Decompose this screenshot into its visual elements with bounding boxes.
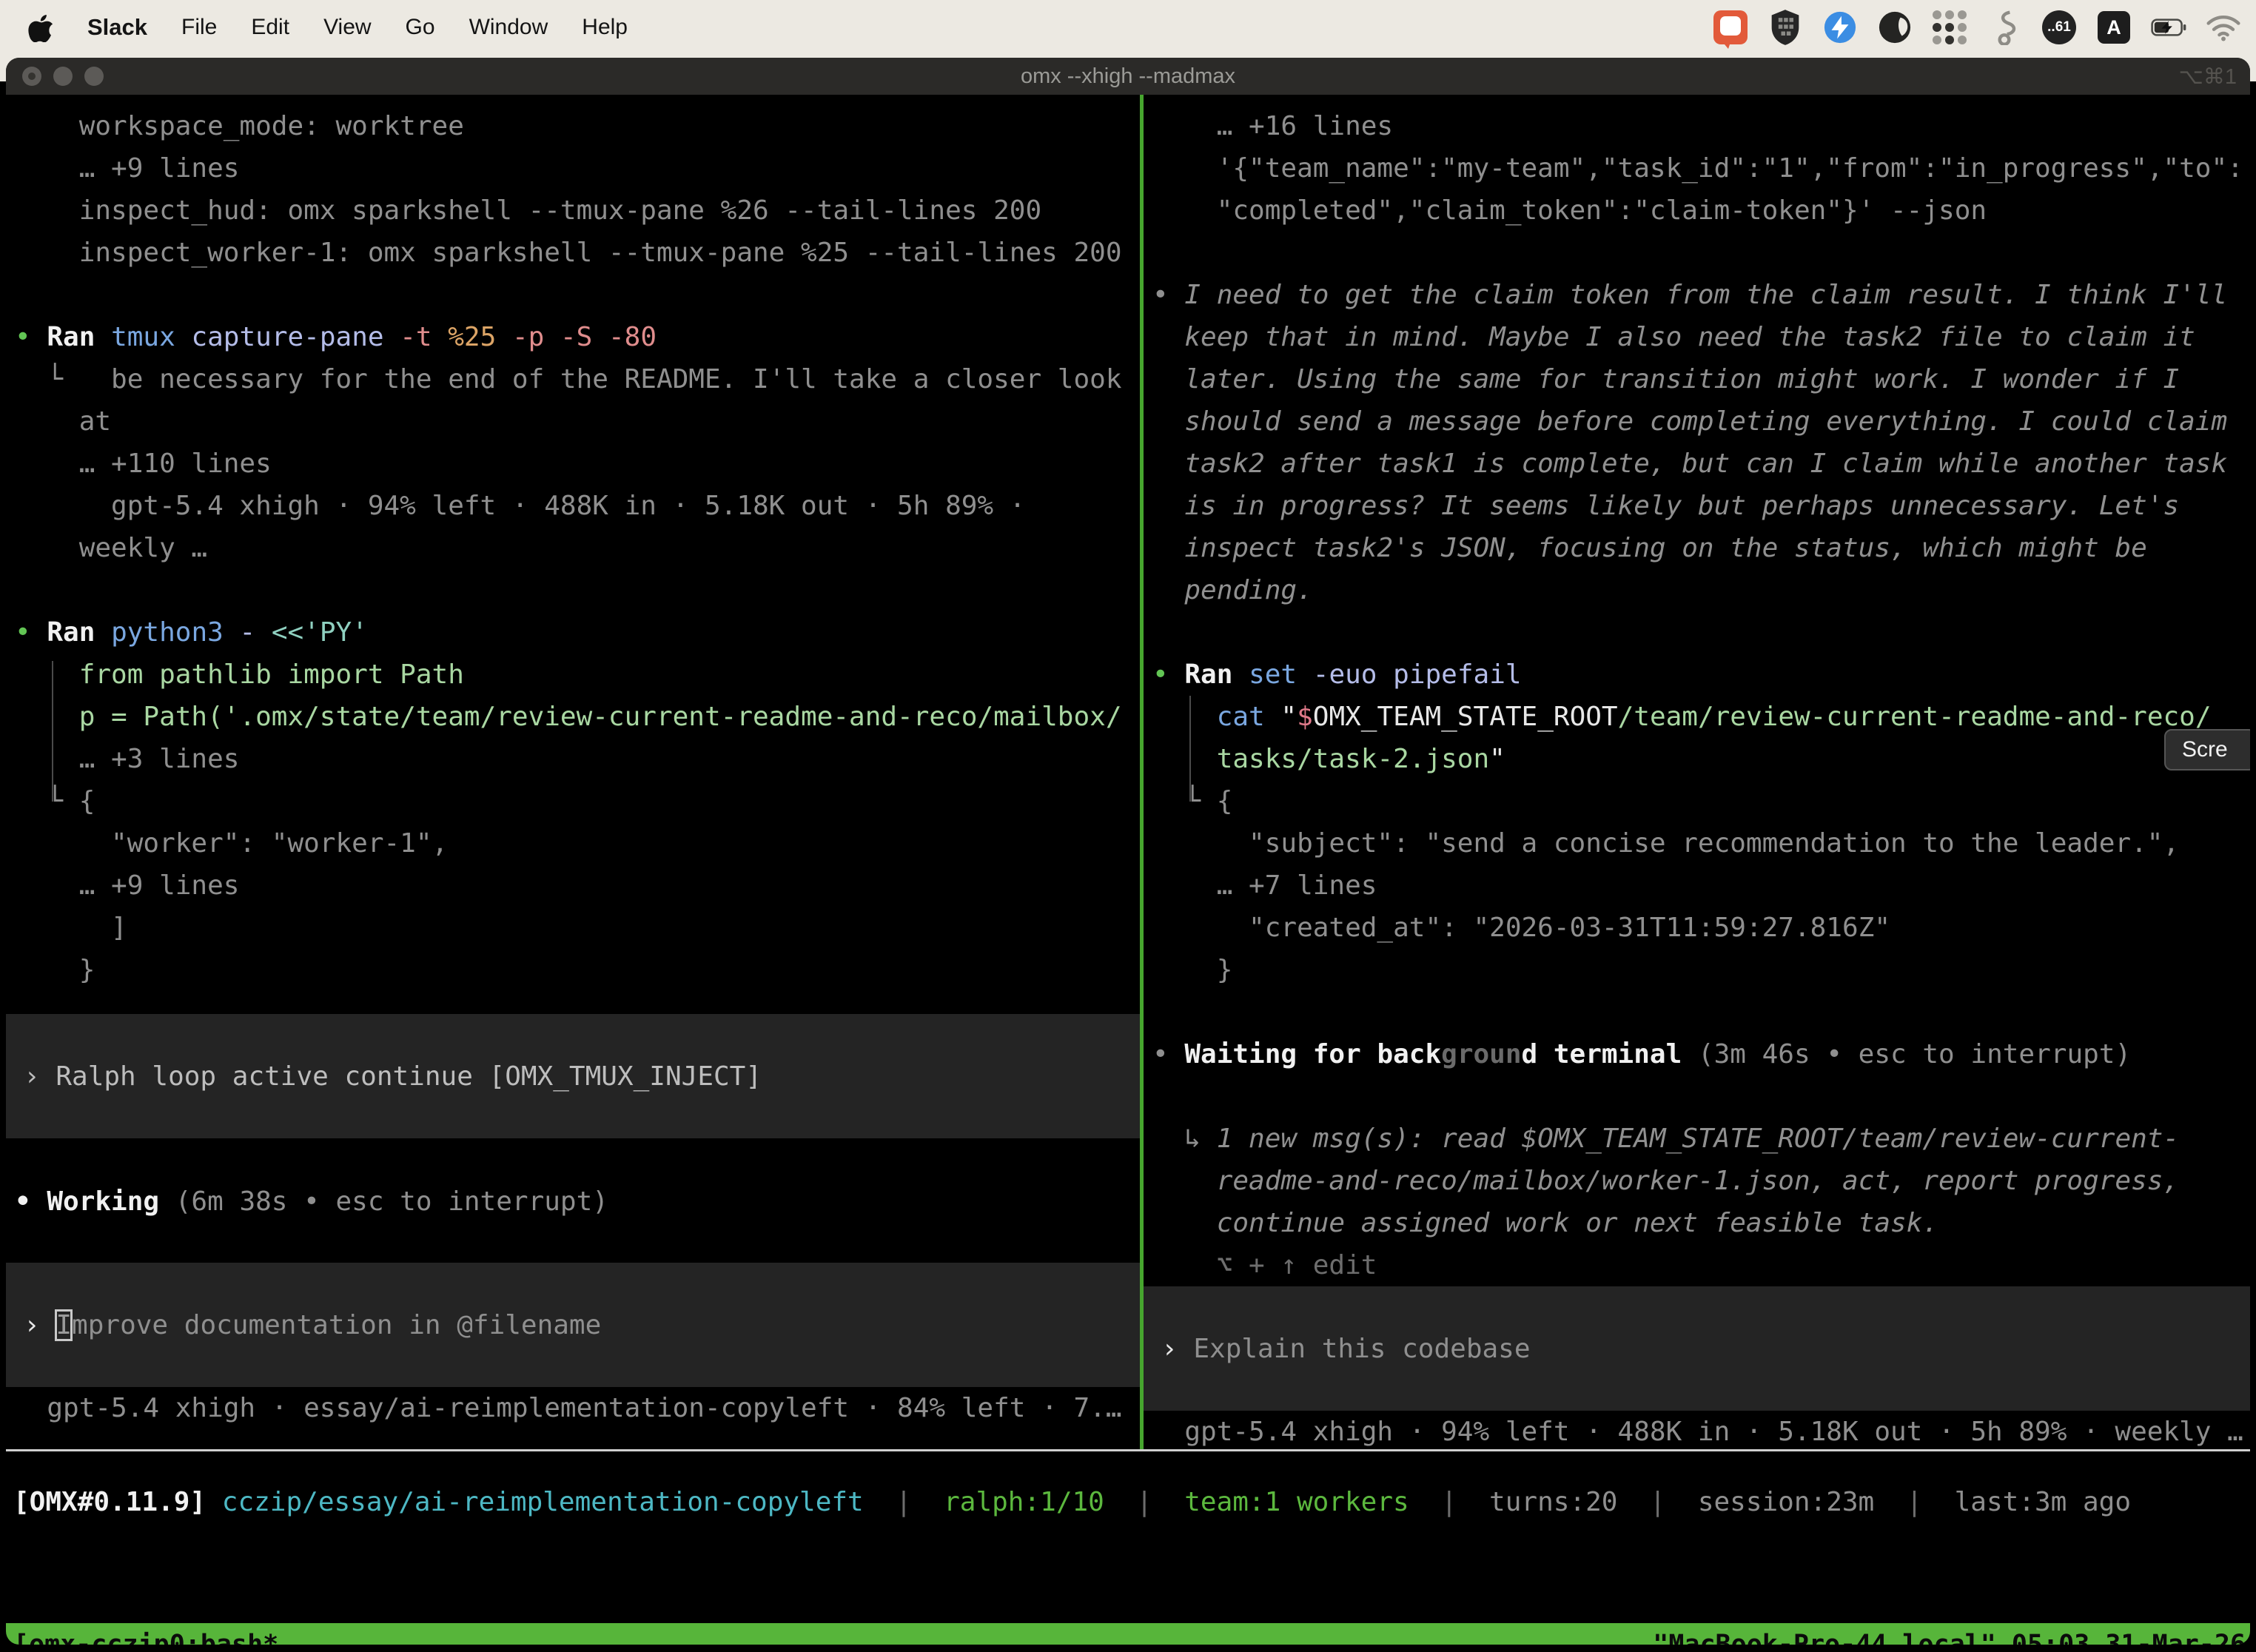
tmux-session-label: [omx-cczip0:bash* [13,1630,278,1645]
terminal-line: › Explain this codebase [1161,1328,2250,1370]
terminal-line: ↳ 1 new msg(s): read $OMX_TEAM_STATE_ROO… [1152,1118,2250,1160]
dots-grid-icon[interactable] [1932,10,1967,45]
menu-help[interactable]: Help [582,15,628,40]
window-title: omx --xhigh --madmax [6,64,2250,89]
window-titlebar[interactable]: omx --xhigh --madmax ⌥⌘1 [6,58,2250,95]
menu-window[interactable]: Window [469,15,548,40]
terminal-line: gpt-5.4 xhigh · 94% left · 488K in · 5.1… [1152,1411,2250,1449]
terminal-line: } [1152,949,2250,991]
terminal-line: "completed","claim_token":"claim-token"}… [1152,189,2250,232]
terminal-line: … +3 lines [15,738,1140,780]
terminal-lines: … +16 lines '{"team_name":"my-team","tas… [1152,105,2250,1286]
terminal-line: '{"team_name":"my-team","task_id":"1","f… [1152,147,2250,189]
menu-go[interactable]: Go [406,15,435,40]
terminal-lines: • Working (6m 38s • esc to interrupt) [15,1138,1140,1223]
terminal-line: … +9 lines [15,864,1140,907]
prompt-input-box[interactable]: › Explain this codebase [1144,1286,2250,1411]
terminal-lines: workspace_mode: worktree … +9 lines insp… [15,105,1140,991]
terminal-line: weekly … [15,527,1140,569]
terminal-line: › Ralph loop active continue [OMX_TMUX_I… [24,1055,1140,1098]
terminal-line: • Waiting for background terminal (3m 46… [1152,1033,2250,1075]
terminal-line: • Working (6m 38s • esc to interrupt) [15,1181,1140,1223]
terminal-line: … +110 lines [15,443,1140,485]
terminal-line: └ { [15,780,1140,822]
terminal-line: gpt-5.4 xhigh · essay/ai-reimplementatio… [15,1387,1140,1429]
terminal-line: └ be necessary for the end of the README… [15,358,1140,400]
squiggle-icon[interactable] [1987,10,2022,45]
terminal-line: at [15,400,1140,443]
terminal-lines: gpt-5.4 xhigh · essay/ai-reimplementatio… [15,1387,1140,1429]
terminal-line [15,274,1140,316]
countdown-badge-icon[interactable]: ..61 [2041,10,2077,45]
terminal-line: "subject": "send a concise recommendatio… [1152,822,2250,864]
input-source-icon[interactable]: A [2096,10,2132,45]
indent-guide [52,661,53,802]
terminal-line [15,569,1140,611]
terminal-line: • Ran set -euo pipefail [1152,654,2250,696]
moon-crescent-icon[interactable] [1877,10,1913,45]
terminal-line: readme-and-reco/mailbox/worker-1.json, a… [1152,1160,2250,1202]
terminal-line: from pathlib import Path [15,654,1140,696]
terminal-line: inspect_hud: omx sparkshell --tmux-pane … [15,189,1140,232]
terminal-line: should send a message before completing … [1152,400,2250,443]
terminal-line: └ { [1152,780,2250,822]
terminal-line: ⌥ + ↑ edit [1152,1244,2250,1286]
terminal-content: workspace_mode: worktree … +9 lines insp… [6,95,2250,1449]
terminal-line: cat "$OMX_TEAM_STATE_ROOT/team/review-cu… [1152,696,2250,738]
terminal-line: pending. [1152,569,2250,611]
terminal-line: later. Using the same for transition mig… [1152,358,2250,400]
shield-icon[interactable] [1767,10,1803,45]
terminal-line: is in progress? It seems likely but perh… [1152,485,2250,527]
menu-file[interactable]: File [181,15,217,40]
terminal-line: inspect task2's JSON, focusing on the st… [1152,527,2250,569]
terminal-line: tasks/task-2.json" [1152,738,2250,780]
terminal-pane-left[interactable]: workspace_mode: worktree … +9 lines insp… [6,95,1140,1449]
terminal-line [1152,991,2250,1033]
terminal-line: • I need to get the claim token from the… [1152,274,2250,316]
battery-icon[interactable] [2151,10,2186,45]
screen-tooltip: Scre [2164,729,2250,770]
terminal-line: task2 after task1 is complete, but can I… [1152,443,2250,485]
terminal-line: workspace_mode: worktree [15,105,1140,147]
terminal-line [15,1138,1140,1181]
terminal-line: ] [15,907,1140,949]
terminal-line: "created_at": "2026-03-31T11:59:27.816Z" [1152,907,2250,949]
terminal-line: › Improve documentation in @filename [24,1304,1140,1346]
terminal-lines: gpt-5.4 xhigh · 94% left · 488K in · 5.1… [1152,1411,2250,1449]
chat-app-icon[interactable] [1713,10,1748,45]
notice-box: › Ralph loop active continue [OMX_TMUX_I… [6,1014,1140,1138]
countdown-badge-label: ..61 [2042,10,2076,44]
tmux-host-clock: "MacBook-Pro-44.local" 05:03 31-Mar-26 [1653,1630,2246,1645]
apple-menu-icon[interactable] [28,13,53,42]
menu-app-name[interactable]: Slack [87,14,147,41]
terminal-line: } [15,949,1140,991]
indent-guide [1189,696,1191,802]
terminal-line: … +9 lines [15,147,1140,189]
omx-status-text: [OMX#0.11.9] cczip/essay/ai-reimplementa… [13,1481,2250,1523]
terminal-line: p = Path('.omx/state/team/review-current… [15,696,1140,738]
terminal-line: • Ran python3 - <<'PY' [15,611,1140,654]
terminal-line [1152,611,2250,654]
terminal-line: • Ran tmux capture-pane -t %25 -p -S -80 [15,316,1140,358]
terminal-line: gpt-5.4 xhigh · 94% left · 488K in · 5.1… [15,485,1140,527]
omx-status-line: [OMX#0.11.9] cczip/essay/ai-reimplementa… [6,1451,2250,1623]
terminal-window: omx --xhigh --madmax ⌥⌘1 workspace_mode:… [6,58,2250,1645]
messenger-bolt-icon[interactable] [1822,10,1858,45]
terminal-line [1152,232,2250,274]
terminal-line: keep that in mind. Maybe I also need the… [1152,316,2250,358]
input-source-letter: A [2098,11,2130,44]
terminal-line: inspect_worker-1: omx sparkshell --tmux-… [15,232,1140,274]
menu-view[interactable]: View [323,15,371,40]
terminal-pane-right[interactable]: Scre … +16 lines '{"team_name":"my-team"… [1144,95,2250,1449]
terminal-line: continue assigned work or next feasible … [1152,1202,2250,1244]
wifi-icon[interactable] [2206,10,2241,45]
terminal-line [1152,1075,2250,1118]
terminal-line: "worker": "worker-1", [15,822,1140,864]
terminal-line: … +7 lines [1152,864,2250,907]
menu-bar: Slack File Edit View Go Window Help [0,0,2256,55]
prompt-input-box[interactable]: › Improve documentation in @filename [6,1263,1140,1387]
tmux-status-bar: [omx-cczip0:bash* "MacBook-Pro-44.local"… [6,1623,2250,1645]
terminal-line: … +16 lines [1152,105,2250,147]
menu-edit[interactable]: Edit [251,15,289,40]
